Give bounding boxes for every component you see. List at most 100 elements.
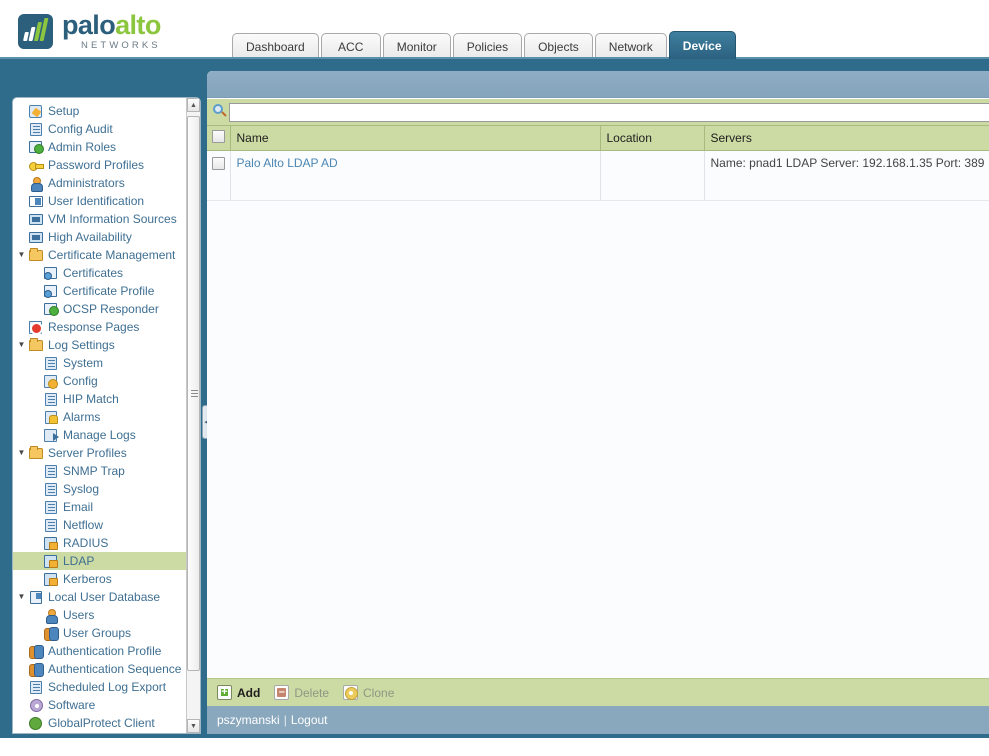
expand-collapse-icon[interactable]: ▼ (15, 341, 28, 349)
select-all-checkbox[interactable] (211, 130, 225, 143)
column-header-name[interactable]: Name (230, 125, 601, 151)
sidebar-item-label: Authentication Sequence (48, 661, 182, 676)
status-separator: | (283, 713, 287, 727)
sidebar-item-vm-information-sources[interactable]: VM Information Sources (13, 210, 188, 228)
brand-wordmark: paloalto (62, 12, 161, 39)
sidebar-item-label: Scheduled Log Export (48, 679, 167, 694)
sidebar-item-local-user-database[interactable]: ▼ Local User Database (13, 588, 188, 606)
sidebar-item-log-settings[interactable]: ▼ Log Settings (13, 336, 188, 354)
content-panel: Name Location Servers Palo Alto LDAP AD N… (207, 71, 989, 734)
sidebar-item-globalprotect-client[interactable]: GlobalProtect Client (13, 714, 188, 732)
tab-device[interactable]: Device (668, 31, 736, 59)
sidebar-item-kerberos[interactable]: Kerberos (13, 570, 188, 588)
sidebar-item-email[interactable]: Email (13, 498, 188, 516)
sidebar-item-certificates[interactable]: Certificates (13, 264, 188, 282)
admin-roles-icon (28, 140, 45, 155)
person-icon (28, 176, 45, 192)
brand-text: paloalto NETWORKS (62, 12, 161, 51)
tab-monitor[interactable]: Monitor (382, 33, 451, 59)
server-icon (43, 482, 60, 497)
sidebar-item-ldap[interactable]: LDAP (13, 552, 188, 570)
column-header-servers[interactable]: Servers (704, 125, 989, 151)
expand-collapse-icon[interactable]: ▼ (15, 449, 28, 457)
sidebar-item-label: OCSP Responder (63, 301, 159, 316)
screen-icon (28, 212, 45, 227)
sidebar-item-authentication-sequence[interactable]: Authentication Sequence (13, 660, 188, 678)
sidebar-item-snmp-trap[interactable]: SNMP Trap (13, 462, 188, 480)
sidebar-item-administrators[interactable]: Administrators (13, 174, 188, 192)
table-body: Palo Alto LDAP AD Name: pnad1 LDAP Server… (207, 150, 989, 201)
sidebar-item-label: Manage Logs (63, 427, 136, 442)
table-row[interactable]: Palo Alto LDAP AD Name: pnad1 LDAP Server… (207, 150, 989, 201)
sidebar-item-authentication-profile[interactable]: Authentication Profile (13, 642, 188, 660)
delete-button: Delete (274, 684, 330, 701)
brand-word-primary: palo (62, 10, 116, 40)
expand-collapse-icon[interactable]: ▼ (15, 593, 28, 601)
certificate-icon (43, 284, 60, 299)
sidebar-item-certificate-profile[interactable]: Certificate Profile (13, 282, 188, 300)
search-input[interactable] (229, 102, 989, 122)
ocsp-check-icon (43, 302, 60, 317)
sidebar-item-manage-logs[interactable]: Manage Logs (13, 426, 188, 444)
sidebar-item-label: Admin Roles (48, 139, 117, 154)
sidebar-scroll-down-button[interactable]: ▼ (187, 719, 200, 733)
sidebar-item-server-profiles[interactable]: ▼ Server Profiles (13, 444, 188, 462)
logout-link[interactable]: Logout (291, 713, 328, 727)
sidebar-item-user-groups[interactable]: User Groups (13, 624, 188, 642)
tab-policies[interactable]: Policies (452, 33, 523, 59)
search-icon[interactable] (211, 103, 229, 121)
sidebar-scroll-up-button[interactable]: ▲ (187, 98, 200, 112)
server-icon (43, 518, 60, 533)
deny-icon (28, 320, 45, 335)
tab-acc[interactable]: ACC (320, 33, 381, 59)
cell-name: Palo Alto LDAP AD (230, 150, 601, 201)
auth-sequence-icon (28, 662, 45, 677)
sidebar-item-scheduled-log-export[interactable]: Scheduled Log Export (13, 678, 188, 696)
sidebar-item-syslog[interactable]: Syslog (13, 480, 188, 498)
sidebar-item-setup[interactable]: Setup (13, 102, 188, 120)
sidebar-item-config-audit[interactable]: Config Audit (13, 120, 188, 138)
brand-logo: paloalto NETWORKS (18, 12, 161, 51)
sidebar-item-user-identification[interactable]: User Identification (13, 192, 188, 210)
tab-objects[interactable]: Objects (524, 33, 593, 59)
cell-location (600, 150, 705, 201)
sidebar-item-ocsp-responder[interactable]: OCSP Responder (13, 300, 188, 318)
folder-doc-icon (28, 337, 45, 353)
add-button[interactable]: Add (217, 684, 260, 701)
sidebar-scroll-thumb[interactable] (187, 116, 200, 671)
sidebar-item-config[interactable]: Config (13, 372, 188, 390)
sidebar-item-label: System (63, 355, 104, 370)
sidebar-item-hip-match[interactable]: HIP Match (13, 390, 188, 408)
sidebar-item-software[interactable]: Software (13, 696, 188, 714)
sidebar-item-high-availability[interactable]: High Availability (13, 228, 188, 246)
tab-network[interactable]: Network (594, 33, 667, 59)
sidebar-item-password-profiles[interactable]: Password Profiles (13, 156, 188, 174)
sidebar-item-admin-roles[interactable]: Admin Roles (13, 138, 188, 156)
sidebar-item-label: Administrators (48, 175, 125, 190)
sidebar-scrollbar[interactable]: ▲ ▼ (186, 98, 200, 733)
sidebar-item-certificate-management[interactable]: ▼ Certificate Management (13, 246, 188, 264)
key-icon (28, 158, 45, 173)
sidebar-item-system[interactable]: System (13, 354, 188, 372)
sidebar-item-label: Syslog (63, 481, 100, 496)
database-icon (28, 590, 45, 605)
column-header-location[interactable]: Location (600, 125, 705, 151)
sidebar-item-users[interactable]: Users (13, 606, 188, 624)
sidebar-item-netflow[interactable]: Netflow (13, 516, 188, 534)
ldap-server-profiles-table: Name Location Servers Palo Alto LDAP AD N… (207, 125, 989, 201)
main-tab-bar: Dashboard ACC Monitor Policies Objects Networ… (232, 31, 736, 59)
sidebar-item-response-pages[interactable]: Response Pages (13, 318, 188, 336)
row-checkbox[interactable] (211, 157, 225, 170)
sidebar-scroll-grip (191, 389, 198, 398)
sidebar-item-alarms[interactable]: Alarms (13, 408, 188, 426)
ldap-profile-link[interactable]: Palo Alto LDAP AD (237, 156, 338, 170)
sidebar-item-label: Log Settings (48, 337, 115, 352)
tab-dashboard[interactable]: Dashboard (232, 33, 319, 59)
badge-icon (28, 194, 45, 209)
people-icon (43, 626, 60, 641)
person-icon (43, 608, 60, 624)
expand-collapse-icon[interactable]: ▼ (15, 251, 28, 259)
doc-icon (28, 680, 45, 695)
sidebar-item-radius[interactable]: RADIUS (13, 534, 188, 552)
delete-label: Delete (294, 685, 330, 700)
